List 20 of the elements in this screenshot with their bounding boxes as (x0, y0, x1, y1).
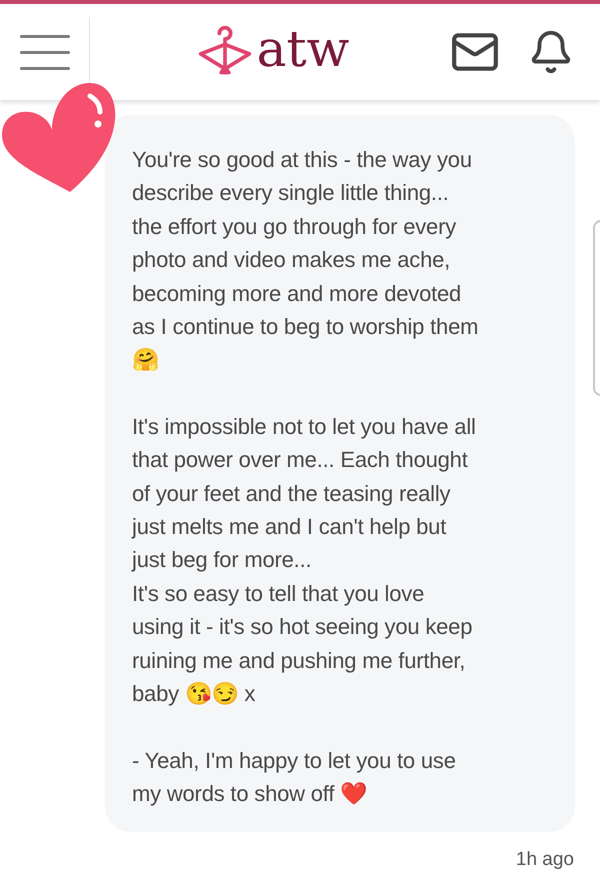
message-text: my words to show off ❤ (132, 780, 367, 808)
message-text: baby 😘😏 x (132, 680, 256, 708)
message-text: that power over me... Each thought (132, 446, 468, 474)
timestamp: 1h ago (516, 848, 574, 872)
message-text: ruining me and pushing me further, (132, 646, 466, 675)
site-logo[interactable]: atw (256, 24, 350, 80)
message-text: photo and video makes me ache, (132, 246, 450, 274)
message-text: the effort you go through for every (132, 212, 456, 241)
message-text: just melts me and I can't help but (132, 513, 446, 542)
message-text: It's so easy to tell that you love (132, 580, 424, 608)
message-text: It's impossible not to let you have all (132, 412, 476, 441)
message-text: - Yeah, I'm happy to let you to use (132, 746, 456, 775)
message-text: as I continue to beg to worship them (132, 313, 478, 342)
message-text: just beg for more... (132, 546, 312, 574)
message-text: describe every single little thing... (132, 179, 449, 208)
message-text: You're so good at this - the way you (132, 146, 472, 174)
message-text: of your feet and the teasing really (132, 480, 450, 508)
message-text: using it - it's so hot seeing you keep (132, 613, 472, 642)
message-text: becoming more and more devoted (132, 280, 462, 308)
message-text: 🤗 (132, 346, 159, 374)
